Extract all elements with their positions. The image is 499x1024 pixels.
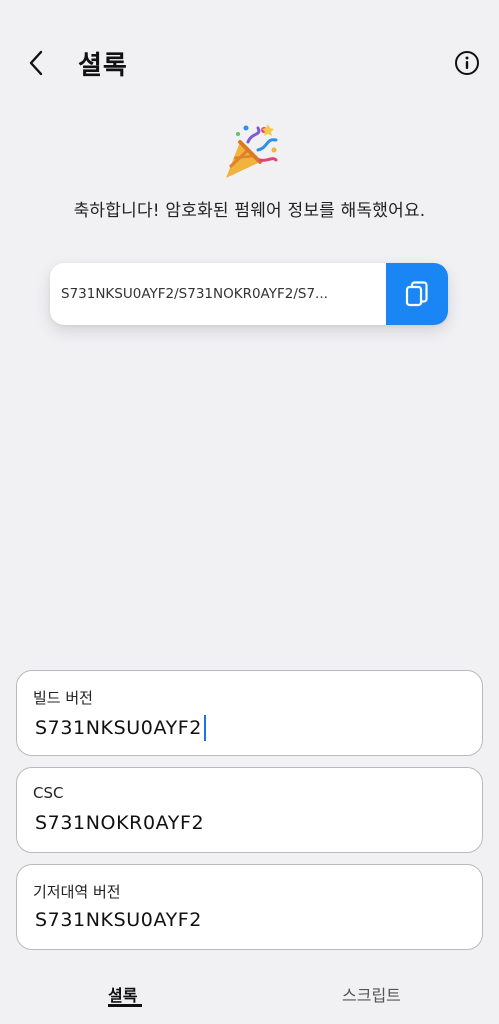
success-message: 축하합니다! 암호화된 펌웨어 정보를 해독했어요. <box>73 201 426 221</box>
app-screen: 셜록 축하합니다! 암호화된 펌웨어 정보를 해독했어요. S731NKSU0A… <box>0 0 499 1024</box>
decrypted-result-box: S731NKSU0AYF2/S731NOKR0AYF2/S7... <box>50 263 448 325</box>
info-button[interactable] <box>453 49 481 77</box>
page-title: 셜록 <box>78 51 128 81</box>
party-popper-icon <box>218 120 282 184</box>
chevron-left-icon <box>29 50 43 76</box>
csc-field[interactable]: CSC S731NOKR0AYF2 <box>16 767 483 853</box>
info-circle-icon <box>455 51 479 75</box>
text-cursor <box>204 715 206 741</box>
csc-input[interactable]: S731NOKR0AYF2 <box>35 812 204 834</box>
build-version-label: 빌드 버전 <box>33 689 93 707</box>
baseband-version-label: 기저대역 버전 <box>33 883 121 901</box>
tab-script[interactable]: 스크립트 <box>342 982 401 1006</box>
decrypted-result-text[interactable]: S731NKSU0AYF2/S731NOKR0AYF2/S7... <box>50 263 386 325</box>
baseband-version-input[interactable]: S731NKSU0AYF2 <box>35 909 202 931</box>
tab-sherlock[interactable]: 셜록 <box>108 982 137 1006</box>
build-version-input[interactable]: S731NKSU0AYF2 <box>35 715 206 741</box>
csc-value: S731NOKR0AYF2 <box>35 812 205 834</box>
build-version-value: S731NKSU0AYF2 <box>35 717 202 739</box>
build-version-field[interactable]: 빌드 버전 S731NKSU0AYF2 <box>16 670 483 756</box>
csc-label: CSC <box>33 784 64 802</box>
back-button[interactable] <box>20 46 52 80</box>
copy-button[interactable] <box>386 263 448 325</box>
copy-icon <box>405 281 428 307</box>
baseband-version-value: S731NKSU0AYF2 <box>35 909 202 931</box>
active-tab-indicator <box>108 1004 142 1007</box>
baseband-version-field[interactable]: 기저대역 버전 S731NKSU0AYF2 <box>16 864 483 950</box>
